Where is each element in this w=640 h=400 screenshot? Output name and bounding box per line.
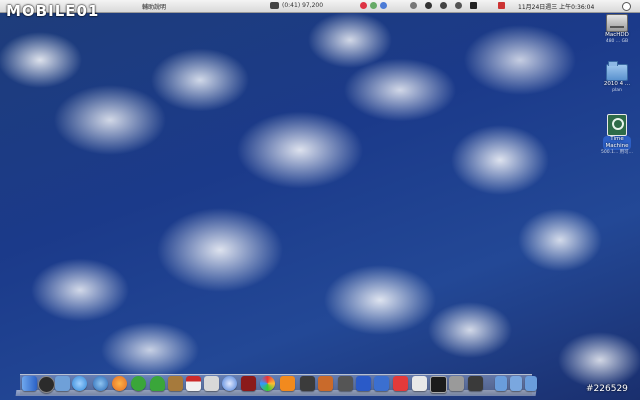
watermark-text: MOBILE01 [6, 2, 100, 20]
terminal-icon[interactable] [430, 376, 447, 393]
chess-icon[interactable] [300, 376, 315, 391]
textedit-icon[interactable] [412, 376, 427, 391]
downloads-folder-icon[interactable] [525, 376, 537, 391]
keynote-icon[interactable] [318, 376, 333, 391]
folder-sub: plan [612, 88, 622, 93]
documents-folder-icon[interactable] [510, 376, 522, 391]
status-area: (0:41) 97,200 11月24日週三 上午0:36:04 [270, 1, 634, 11]
wifi-icon[interactable] [440, 2, 447, 9]
battery-icon[interactable] [270, 2, 279, 9]
volume-icon[interactable] [455, 2, 462, 9]
desktop-drive-machdd[interactable]: MacHDD 480 ... GB [595, 14, 639, 45]
spaces-icon[interactable] [374, 376, 389, 391]
hard-drive-icon [606, 14, 628, 32]
messenger-status-icon[interactable] [370, 2, 377, 9]
dashboard-icon[interactable] [38, 376, 55, 393]
menu-help[interactable]: 輔助說明 [142, 2, 166, 11]
safari-icon[interactable] [72, 376, 87, 391]
drive-name: MacHDD [605, 32, 629, 38]
time-machine-label: Time Machine [603, 136, 631, 150]
clock[interactable]: 11月24日週三 上午0:36:04 [518, 2, 594, 11]
brand-watermark: MOBILE01 [6, 2, 99, 20]
ical-icon[interactable] [186, 376, 201, 391]
adium-icon[interactable] [150, 376, 165, 391]
iphoto-icon[interactable] [280, 376, 295, 391]
firefox-icon[interactable] [112, 376, 127, 391]
mail-icon[interactable] [55, 376, 70, 391]
desktop-drive-time-machine[interactable]: Time Machine 500.1... 用可... [595, 114, 639, 156]
time-machine-capacity: 500.1... 用可... [601, 150, 633, 155]
input-flag-icon[interactable] [498, 2, 505, 9]
crossover-icon[interactable] [393, 376, 408, 391]
messenger-icon[interactable] [131, 376, 146, 391]
adium-status-icon[interactable] [360, 2, 367, 9]
stack-folder-icon[interactable] [495, 376, 507, 391]
drive-capacity: 480 ... GB [605, 39, 629, 44]
dropbox-icon[interactable] [380, 2, 387, 9]
pinwheel-icon[interactable] [260, 376, 275, 391]
user-icon[interactable] [622, 2, 631, 11]
image-id-stamp: #226529 [586, 384, 628, 394]
photo-booth-icon[interactable] [241, 376, 256, 391]
globe-icon[interactable] [93, 376, 108, 391]
photoshop-icon[interactable] [356, 376, 371, 391]
preview-icon[interactable] [204, 376, 219, 391]
time-machine-icon [607, 114, 627, 136]
system-preferences-icon[interactable] [449, 376, 464, 391]
folder-icon [606, 61, 628, 81]
finder-icon[interactable] [22, 376, 37, 391]
script-editor-icon[interactable] [338, 376, 353, 391]
grid-icon[interactable] [468, 376, 483, 391]
battery-readout: (0:41) 97,200 [282, 2, 324, 9]
address-book-icon[interactable] [168, 376, 183, 391]
battery-meter-icon[interactable] [470, 2, 477, 9]
time-machine-status-icon[interactable] [410, 2, 417, 9]
bluetooth-icon[interactable] [425, 2, 432, 9]
desktop-folder-plan[interactable]: 2010 4 ... plan [595, 61, 639, 94]
folder-name: 2010 4 ... [603, 81, 631, 87]
itunes-icon[interactable] [222, 376, 237, 391]
desktop-wallpaper [0, 0, 640, 400]
